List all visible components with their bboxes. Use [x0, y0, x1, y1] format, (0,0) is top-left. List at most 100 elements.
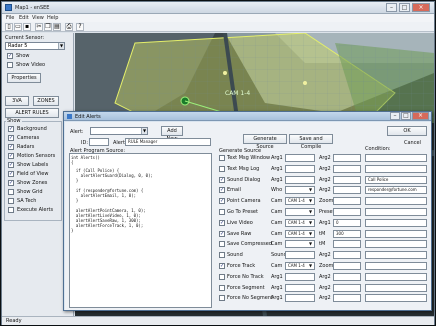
cameras-checkbox[interactable]: ✓: [8, 135, 14, 141]
action-arg1-field[interactable]: [285, 176, 315, 184]
action-arg1-field[interactable]: [285, 294, 315, 302]
action-arg2-field[interactable]: [333, 251, 361, 259]
dialog-close-button[interactable]: ×: [412, 112, 429, 120]
action-checkbox[interactable]: ✓: [219, 220, 225, 226]
execute-alerts-checkbox[interactable]: [8, 207, 14, 213]
show-labels-checkbox[interactable]: ✓: [8, 162, 14, 168]
alert-name-field[interactable]: RULE Manager: [125, 138, 211, 146]
action-arg2-field[interactable]: [333, 186, 361, 194]
action-arg1-field[interactable]: [285, 251, 315, 259]
radars-checkbox[interactable]: ✓: [8, 144, 14, 150]
sa-tech-checkbox[interactable]: [8, 198, 14, 204]
action-condition-field[interactable]: [365, 230, 427, 238]
action-arg1-field[interactable]: [285, 273, 315, 281]
chevron-down-icon[interactable]: ▼: [309, 209, 312, 214]
alert-select[interactable]: ▼: [90, 127, 148, 135]
save-icon[interactable]: ▪: [23, 23, 31, 31]
action-checkbox[interactable]: [219, 274, 225, 280]
action-checkbox[interactable]: ✓: [219, 263, 225, 269]
action-arg2-field[interactable]: [333, 273, 361, 281]
generate-source-button[interactable]: Generate Source: [243, 134, 287, 150]
action-arg2-field[interactable]: [333, 154, 361, 162]
action-arg2-field[interactable]: [333, 262, 361, 270]
close-button[interactable]: ×: [412, 3, 430, 12]
cancel-button[interactable]: Cancel: [404, 140, 421, 146]
action-arg2-field[interactable]: [333, 165, 361, 173]
action-condition-field[interactable]: [365, 240, 427, 248]
chevron-down-icon[interactable]: ▼: [309, 263, 312, 268]
action-condition-field[interactable]: [365, 219, 427, 227]
action-arg2-field[interactable]: [333, 208, 361, 216]
action-arg1-field[interactable]: [285, 165, 315, 173]
motion-sensors-checkbox[interactable]: ✓: [8, 153, 14, 159]
action-checkbox[interactable]: ✓: [219, 231, 225, 237]
chevron-down-icon[interactable]: ▼: [309, 220, 312, 225]
action-checkbox[interactable]: ✓: [219, 187, 225, 193]
add-new-button[interactable]: Add New: [161, 126, 183, 142]
background-checkbox[interactable]: ✓: [8, 126, 14, 132]
action-arg2-field[interactable]: 0: [333, 219, 361, 227]
action-condition-field[interactable]: [365, 284, 427, 292]
ok-button[interactable]: OK: [387, 126, 427, 136]
action-arg1-field[interactable]: [285, 154, 315, 162]
open-icon[interactable]: ▭: [14, 23, 22, 31]
action-condition-field[interactable]: [365, 165, 427, 173]
menu-view[interactable]: View: [32, 15, 44, 21]
show-zones-checkbox[interactable]: ✓: [8, 180, 14, 186]
chevron-down-icon[interactable]: ▼: [309, 187, 312, 192]
chevron-down-icon[interactable]: ▼: [309, 231, 312, 236]
action-condition-field[interactable]: [365, 197, 427, 205]
dialog-maximize-button[interactable]: □: [401, 112, 411, 120]
properties-button[interactable]: Properties: [7, 73, 41, 83]
new-icon[interactable]: ▯: [5, 23, 13, 31]
cut-icon[interactable]: ✂: [35, 23, 43, 31]
action-condition-field[interactable]: [365, 154, 427, 162]
action-checkbox[interactable]: [219, 166, 225, 172]
action-condition-field[interactable]: [365, 294, 427, 302]
action-checkbox[interactable]: [219, 295, 225, 301]
action-checkbox[interactable]: ✓: [219, 177, 225, 183]
chevron-down-icon[interactable]: ▼: [309, 198, 312, 203]
action-condition-field[interactable]: [365, 251, 427, 259]
action-condition-field[interactable]: responder@fortune.com: [365, 186, 427, 194]
menu-edit[interactable]: Edit: [19, 15, 29, 21]
show-checkbox[interactable]: ✓: [7, 53, 13, 59]
3va-button[interactable]: 3VA: [5, 96, 29, 106]
action-condition-field[interactable]: Call Police: [365, 176, 427, 184]
action-arg2-field[interactable]: 300: [333, 230, 361, 238]
show-video-checkbox[interactable]: [7, 62, 13, 68]
dialog-title-bar[interactable]: Edit Alerts – □ ×: [64, 112, 431, 121]
action-checkbox[interactable]: [219, 241, 225, 247]
action-condition-field[interactable]: [365, 273, 427, 281]
action-checkbox[interactable]: [219, 285, 225, 291]
action-arg2-field[interactable]: [333, 176, 361, 184]
dialog-minimize-button[interactable]: –: [390, 112, 400, 120]
chevron-down-icon[interactable]: ▼: [309, 241, 312, 246]
action-arg1-field[interactable]: [285, 284, 315, 292]
action-checkbox[interactable]: [219, 209, 225, 215]
save-compile-button[interactable]: Save and Compile: [289, 134, 333, 150]
action-checkbox[interactable]: ✓: [219, 198, 225, 204]
print-icon[interactable]: ⎙: [65, 23, 73, 31]
copy-icon[interactable]: ❐: [44, 23, 52, 31]
action-arg2-field[interactable]: [333, 294, 361, 302]
paste-icon[interactable]: ▤: [53, 23, 61, 31]
action-arg2-field[interactable]: [333, 197, 361, 205]
action-condition-field[interactable]: [365, 208, 427, 216]
minimize-button[interactable]: –: [386, 3, 397, 12]
current-sensor-select[interactable]: Radar 5 ▼: [5, 42, 65, 50]
id-field[interactable]: [89, 138, 109, 146]
program-source-textarea[interactable]: int Alerts() { if (Call Police) { alertA…: [69, 153, 212, 308]
action-checkbox[interactable]: [219, 252, 225, 258]
action-checkbox[interactable]: [219, 155, 225, 161]
menu-file[interactable]: File: [6, 15, 14, 21]
menu-help[interactable]: Help: [47, 15, 58, 21]
action-condition-field[interactable]: [365, 262, 427, 270]
action-arg2-field[interactable]: [333, 284, 361, 292]
show-grid-checkbox[interactable]: [8, 189, 14, 195]
action-arg2-field[interactable]: [333, 240, 361, 248]
alert-rules-button[interactable]: ALERT RULES: [5, 108, 59, 118]
zones-button[interactable]: ZONES: [33, 96, 59, 106]
title-bar[interactable]: Map1 - enSEE – □ ×: [2, 2, 434, 14]
help-icon[interactable]: ?: [76, 23, 84, 31]
